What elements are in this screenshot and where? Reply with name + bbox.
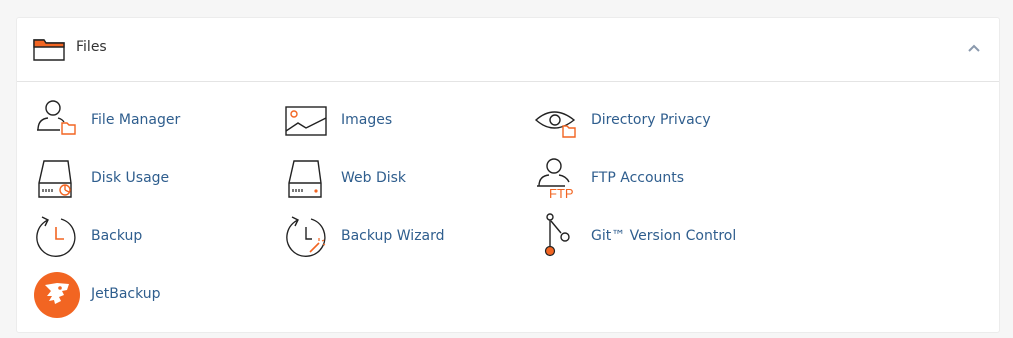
item-label: Disk Usage [91, 170, 170, 186]
chevron-up-icon[interactable] [967, 43, 981, 53]
item-label: Images [341, 112, 393, 128]
git-icon [534, 213, 578, 258]
item-label: FTP Accounts [591, 170, 685, 186]
ftp-accounts-icon: FTP [534, 156, 578, 201]
backup-icon [34, 214, 78, 258]
web-disk-icon [284, 156, 328, 200]
file-manager-icon [34, 98, 78, 142]
files-panel: Files File Manager Images Directory Priv… [16, 17, 1000, 333]
images-icon [284, 98, 328, 142]
item-label: Git™ Version Control [591, 228, 737, 244]
item-label: Directory Privacy [591, 112, 711, 128]
item-label: Backup [91, 228, 143, 244]
item-label: JetBackup [91, 286, 161, 302]
directory-privacy-icon [534, 98, 578, 142]
item-label: Backup Wizard [341, 228, 445, 244]
item-label: File Manager [91, 112, 181, 128]
folder-icon [33, 37, 65, 61]
disk-usage-icon [34, 156, 78, 200]
section-title: Files [76, 39, 107, 55]
ftp-icon-text: FTP [549, 186, 574, 201]
files-panel-header[interactable]: Files [17, 18, 999, 82]
backup-wizard-icon [284, 214, 328, 258]
jetbackup-icon [34, 272, 80, 318]
item-label: Web Disk [341, 170, 407, 186]
